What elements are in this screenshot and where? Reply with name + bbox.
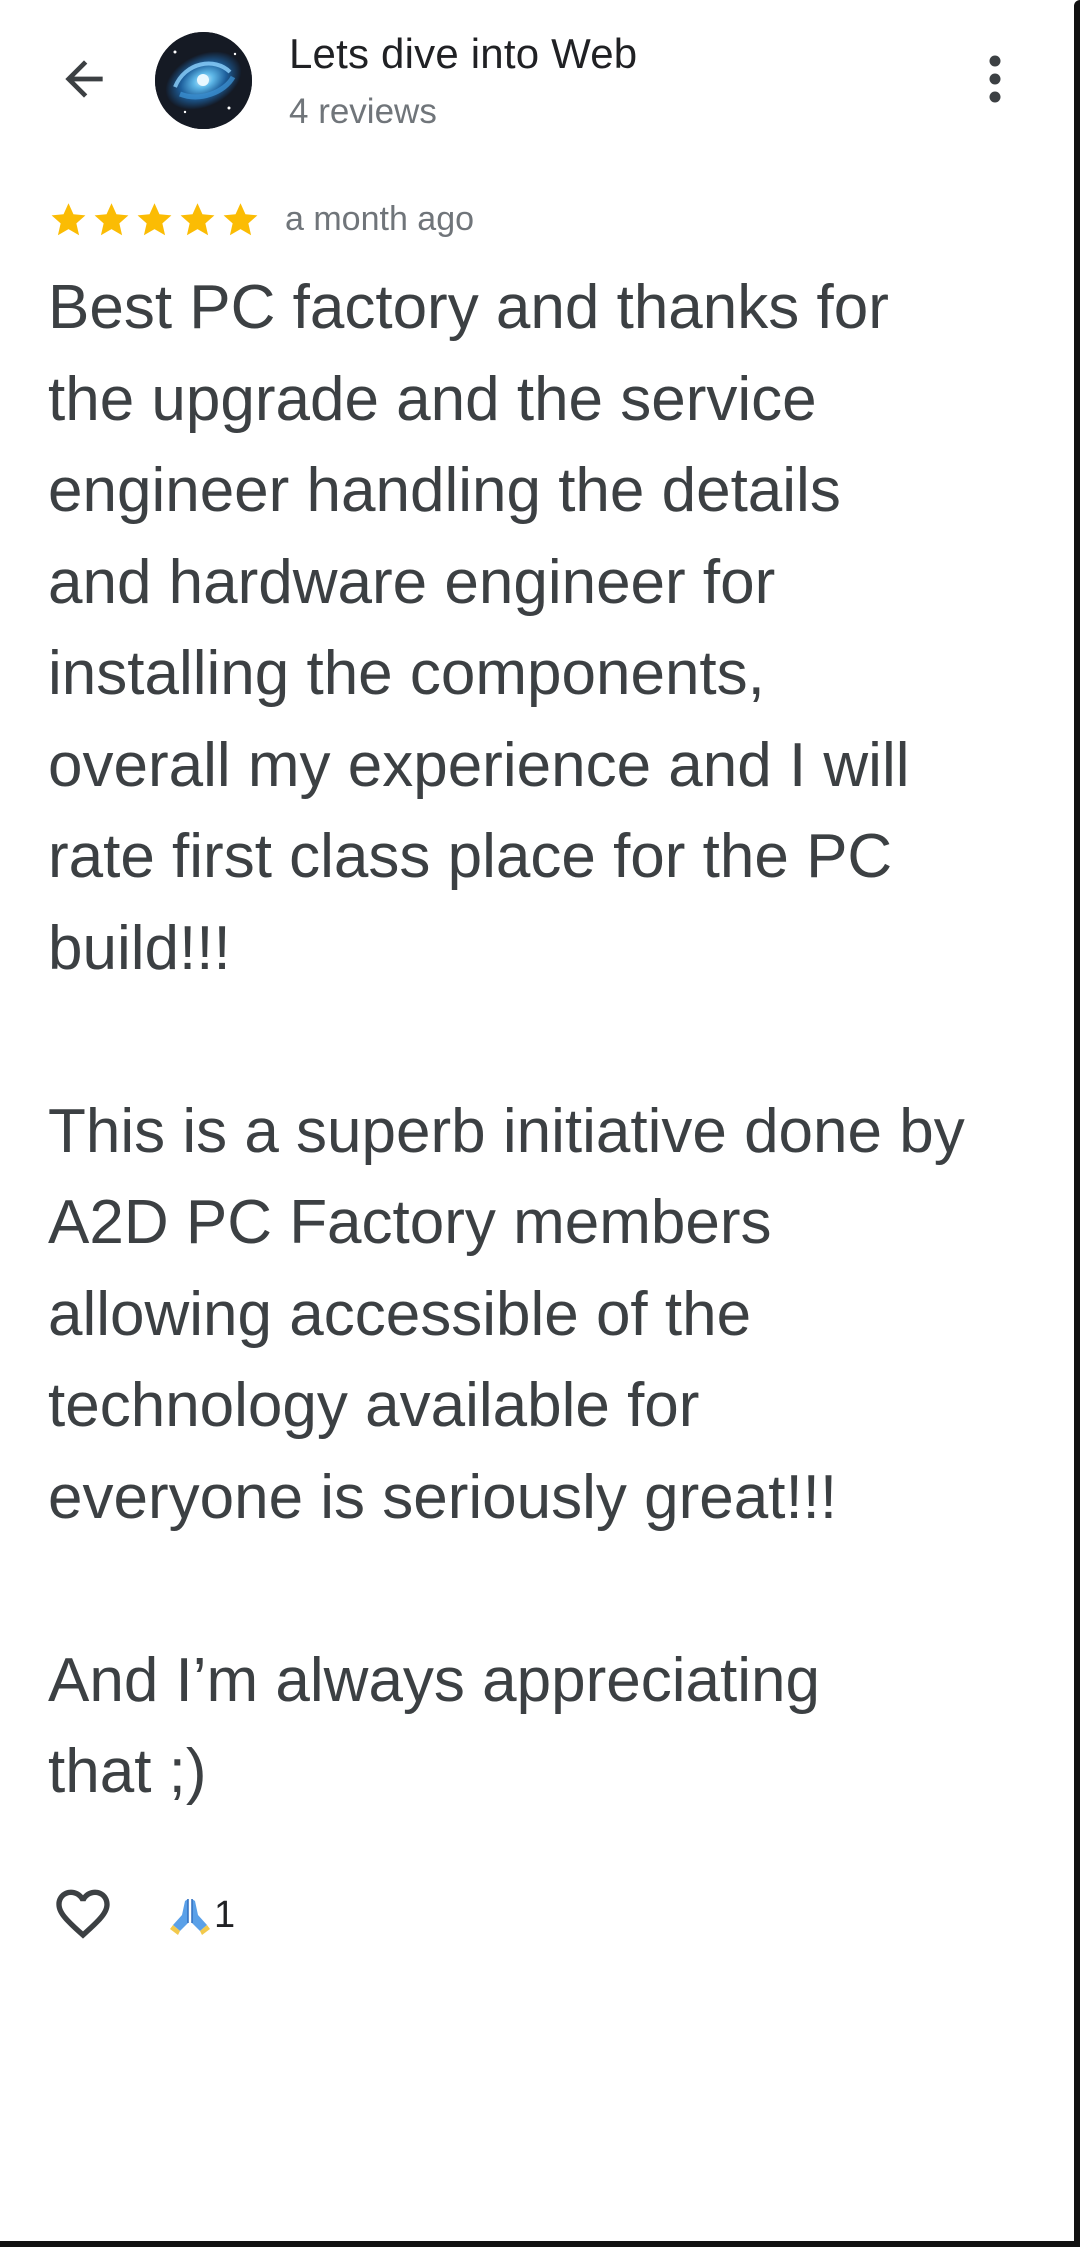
author-name[interactable]: Lets dive into Web	[289, 30, 637, 78]
review-date: a month ago	[285, 199, 475, 238]
arrow-back-icon	[65, 60, 103, 98]
folded-hands-emoji-icon	[170, 1899, 210, 1935]
more-vert-icon	[989, 55, 1001, 103]
review-paragraph-1: Best PC factory and thanks for the upgra…	[48, 273, 910, 983]
like-button[interactable]	[48, 1880, 118, 1950]
reaction-row: 1	[48, 1880, 235, 1950]
star-icon	[223, 202, 258, 235]
star-icon	[180, 202, 215, 235]
review-text: Best PC factory and thanks for the upgra…	[48, 262, 1038, 1818]
star-rating	[48, 199, 261, 240]
device-edge-right	[1074, 0, 1080, 2247]
star-icon	[137, 202, 172, 235]
star-icon	[51, 202, 86, 235]
more-options-button[interactable]	[962, 40, 1028, 118]
review-count[interactable]: 4 reviews	[289, 92, 437, 132]
reaction-badge[interactable]: 1	[168, 1893, 235, 1937]
reaction-count: 1	[214, 1893, 236, 1936]
back-button[interactable]	[45, 40, 123, 118]
avatar[interactable]	[155, 32, 252, 129]
heart-outline-icon	[56, 1889, 110, 1939]
review-paragraph-3: And I’m always appreciating that ;)	[48, 1645, 820, 1807]
review-screen: Lets dive into Web 4 reviews a month ago…	[0, 0, 1080, 2247]
rating-row: a month ago	[48, 196, 474, 242]
galaxy-avatar-image	[155, 32, 252, 129]
review-paragraph-2: This is a superb initiative done by A2D …	[48, 1096, 965, 1532]
device-edge-bottom	[0, 2241, 1080, 2247]
review-header: Lets dive into Web 4 reviews	[0, 0, 1080, 180]
star-icon	[94, 202, 129, 235]
